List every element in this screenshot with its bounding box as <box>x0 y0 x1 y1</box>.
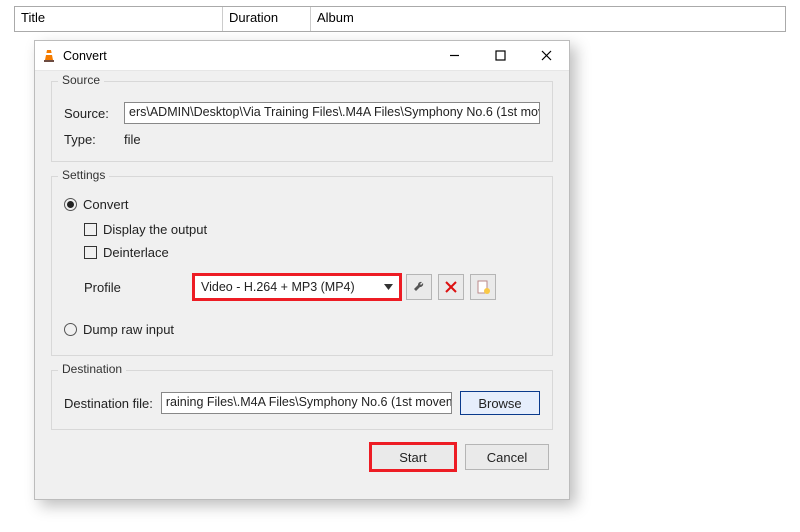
convert-dialog: Convert Source Source: ers\ADMIN\Desktop… <box>34 40 570 500</box>
dump-raw-radio[interactable]: Dump raw input <box>64 322 540 337</box>
delete-profile-button[interactable] <box>438 274 464 300</box>
window-title: Convert <box>63 49 107 63</box>
convert-radio[interactable]: Convert <box>64 197 540 212</box>
dump-raw-label: Dump raw input <box>83 322 174 337</box>
maximize-button[interactable] <box>477 41 523 71</box>
type-value: file <box>124 132 141 147</box>
close-button[interactable] <box>523 41 569 71</box>
profile-select[interactable]: Video - H.264 + MP3 (MP4) <box>194 275 400 299</box>
column-album[interactable]: Album <box>311 7 785 31</box>
start-button[interactable]: Start <box>371 444 455 470</box>
vlc-cone-icon <box>41 48 57 64</box>
checkbox-icon <box>84 246 97 259</box>
profile-label: Profile <box>64 280 194 295</box>
display-output-label: Display the output <box>103 222 207 237</box>
source-group: Source Source: ers\ADMIN\Desktop\Via Tra… <box>51 81 553 162</box>
radio-icon <box>64 323 77 336</box>
profile-value: Video - H.264 + MP3 (MP4) <box>201 280 355 294</box>
chevron-down-icon <box>384 284 393 290</box>
source-path-field[interactable]: ers\ADMIN\Desktop\Via Training Files\.M4… <box>124 102 540 124</box>
destination-group: Destination Destination file: raining Fi… <box>51 370 553 430</box>
new-profile-button[interactable] <box>470 274 496 300</box>
checkbox-icon <box>84 223 97 236</box>
destination-legend: Destination <box>58 362 126 376</box>
source-legend: Source <box>58 73 104 87</box>
settings-legend: Settings <box>58 168 109 182</box>
wrench-icon <box>412 280 426 294</box>
x-icon <box>445 281 457 293</box>
browse-button[interactable]: Browse <box>460 391 540 415</box>
playlist-header: Title Duration Album <box>14 6 786 32</box>
source-label: Source: <box>64 106 124 121</box>
new-file-icon <box>476 280 490 294</box>
titlebar: Convert <box>35 41 569 71</box>
settings-group: Settings Convert Display the output Dein… <box>51 176 553 356</box>
column-title[interactable]: Title <box>15 7 223 31</box>
display-output-checkbox[interactable]: Display the output <box>84 222 540 237</box>
minimize-button[interactable] <box>431 41 477 71</box>
type-label: Type: <box>64 132 124 147</box>
deinterlace-label: Deinterlace <box>103 245 169 260</box>
convert-radio-label: Convert <box>83 197 129 212</box>
deinterlace-checkbox[interactable]: Deinterlace <box>84 245 540 260</box>
radio-icon <box>64 198 77 211</box>
destination-file-label: Destination file: <box>64 396 153 411</box>
cancel-button[interactable]: Cancel <box>465 444 549 470</box>
destination-file-field[interactable]: raining Files\.M4A Files\Symphony No.6 (… <box>161 392 452 414</box>
edit-profile-button[interactable] <box>406 274 432 300</box>
column-duration[interactable]: Duration <box>223 7 311 31</box>
